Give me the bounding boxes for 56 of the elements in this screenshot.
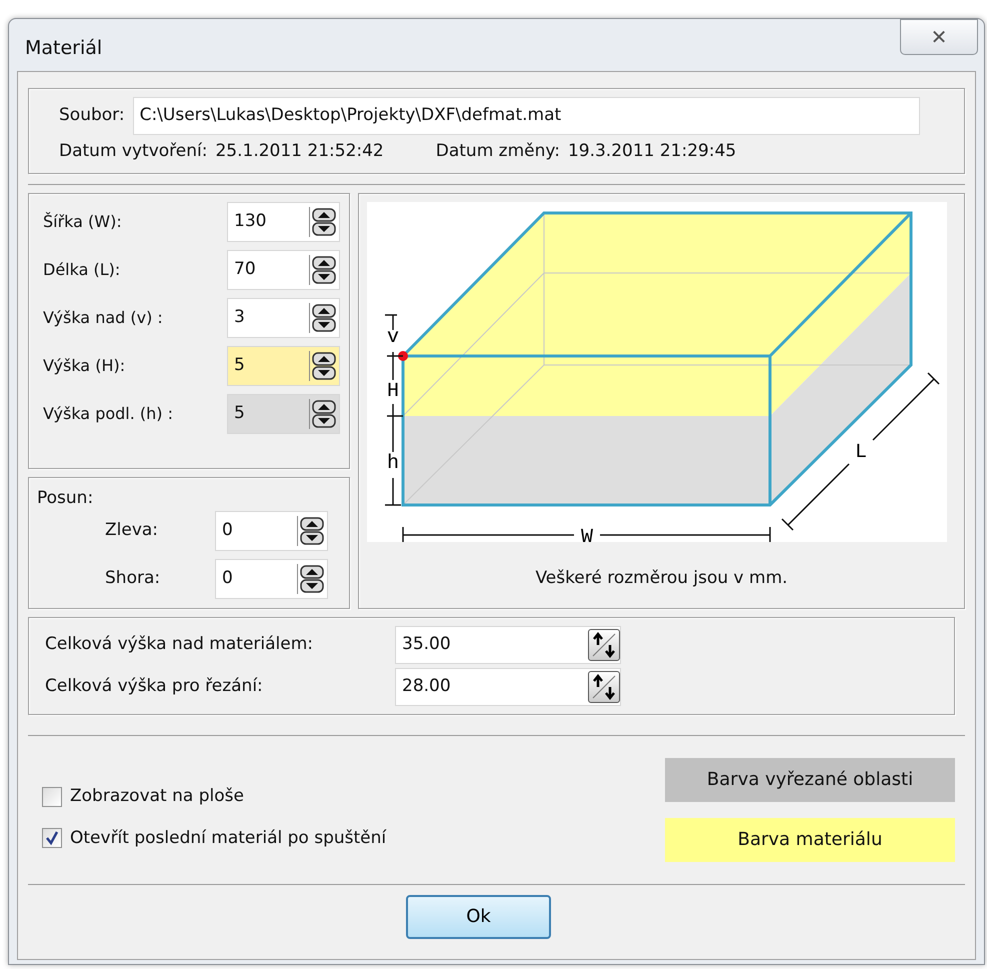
checkbox[interactable]: [42, 786, 62, 807]
number-field[interactable]: 0: [215, 559, 328, 599]
color-button[interactable]: Barva vyřezané oblasti: [665, 758, 955, 802]
swap-arrows-icon: [590, 630, 618, 658]
spinner-icon: [312, 304, 336, 332]
file-path-field[interactable]: C:\Users\Lukas\Desktop\Projekty\DXF\defmat.mat: [132, 97, 920, 135]
date-value: 25.1.2011 21:52:42: [215, 140, 384, 163]
spin-button[interactable]: [309, 302, 339, 332]
field-label: Výška nad (v) :: [43, 306, 164, 328]
spinner-icon: [312, 256, 336, 284]
field-label: Celková výška pro řezání:: [45, 674, 264, 698]
dimension-label: H: [387, 380, 399, 402]
field-label: Soubor:: [59, 104, 125, 128]
spin-button[interactable]: [297, 516, 327, 546]
field-label: Výška (H):: [43, 354, 126, 376]
date-label: Datum změny:: [436, 140, 560, 163]
option-label: Zobrazovat na ploše: [70, 785, 244, 808]
dimension-label: W: [581, 526, 593, 542]
date-value: 19.3.2011 21:29:45: [568, 140, 736, 163]
group-title: Posun:: [37, 486, 94, 510]
field-label: Celková výška nad materiálem:: [45, 632, 314, 656]
number-field[interactable]: 0: [215, 511, 328, 551]
number-field[interactable]: 5: [227, 346, 340, 386]
dimension-label: v: [387, 326, 399, 348]
number-field[interactable]: 130: [227, 202, 340, 242]
swap-button[interactable]: [588, 628, 620, 660]
swap-arrows-icon: [590, 672, 618, 700]
number-field[interactable]: 35.00: [395, 626, 621, 664]
spin-button[interactable]: [309, 350, 339, 380]
spin-button[interactable]: [309, 254, 339, 284]
option-label: Otevřít poslední materiál po spuštění: [70, 826, 386, 850]
dimension-label: L: [855, 440, 867, 464]
field-label: Šířka (W):: [43, 210, 123, 232]
number-field[interactable]: 70: [227, 250, 340, 290]
field-label: Délka (L):: [43, 258, 122, 280]
checkbox[interactable]: [42, 828, 62, 848]
spinner-icon: [300, 565, 324, 593]
number-field[interactable]: 28.00: [395, 668, 621, 706]
spinner-icon: [312, 208, 336, 236]
field-label: Zleva:: [105, 519, 160, 542]
color-button[interactable]: Barva materiálu: [665, 818, 955, 862]
spinner-icon: [312, 400, 336, 428]
caption: Veškeré rozměrou jsou v mm.: [534, 566, 789, 590]
swap-button[interactable]: [588, 670, 620, 702]
window-title: Materiál: [25, 36, 102, 61]
spin-button[interactable]: [309, 206, 339, 236]
field-label: Výška podl. (h) :: [43, 402, 174, 424]
close-button[interactable]: ✕: [900, 19, 978, 55]
spinner-icon: [300, 517, 324, 545]
spin-button[interactable]: [297, 564, 327, 594]
dimension-label: h: [387, 452, 399, 474]
date-label: Datum vytvoření:: [59, 140, 208, 163]
ok-button[interactable]: Ok: [406, 894, 551, 938]
number-field[interactable]: 3: [227, 298, 340, 338]
field-label: Shora:: [105, 567, 162, 590]
spinner-icon: [312, 352, 336, 380]
